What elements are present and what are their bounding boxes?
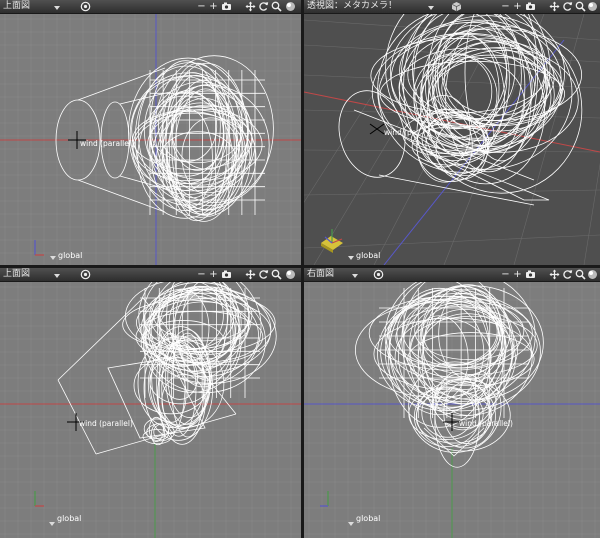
- viewport-canvas[interactable]: [0, 268, 301, 538]
- viewport-toolbar: 右面図 − +: [304, 268, 600, 282]
- viewport-toolbar: 透視図：メタカメラ！ − +: [304, 0, 600, 14]
- minus-icon[interactable]: −: [500, 1, 511, 12]
- wind-label[interactable]: wind (pa: [384, 128, 416, 137]
- camera-icon[interactable]: [221, 269, 232, 280]
- plus-icon[interactable]: +: [208, 1, 219, 12]
- light-label[interactable]: global: [57, 514, 81, 523]
- move-icon[interactable]: [549, 1, 560, 12]
- light-label[interactable]: global: [356, 514, 380, 523]
- viewport-bottom-left[interactable]: 上面図 − + wind (parallel) global: [0, 268, 301, 538]
- plus-icon[interactable]: +: [512, 269, 523, 280]
- viewport-title[interactable]: 透視図：メタカメラ！: [307, 0, 397, 13]
- menu-arrow-icon[interactable]: [54, 274, 60, 278]
- light-menu-arrow-icon[interactable]: [49, 522, 55, 526]
- viewport-bottom-right[interactable]: 右面図 − + wind (parallel) global: [304, 268, 600, 538]
- rotate-icon[interactable]: [562, 1, 573, 12]
- target-icon[interactable]: [80, 1, 91, 12]
- wireframe-mesh: [354, 269, 544, 468]
- zoom-icon[interactable]: [271, 1, 282, 12]
- minus-icon[interactable]: −: [500, 269, 511, 280]
- shading-icon[interactable]: [285, 269, 296, 280]
- cube-icon[interactable]: [451, 1, 462, 12]
- plus-icon[interactable]: +: [208, 269, 219, 280]
- camera-icon[interactable]: [525, 269, 536, 280]
- viewport-toolbar: 上面図 − +: [0, 0, 301, 14]
- move-icon[interactable]: [245, 269, 256, 280]
- rotate-icon[interactable]: [562, 269, 573, 280]
- zoom-icon[interactable]: [575, 269, 586, 280]
- menu-arrow-icon[interactable]: [352, 274, 358, 278]
- light-crosshair-icon[interactable]: [369, 123, 385, 135]
- axis-gizmo-icon: [320, 491, 329, 507]
- shading-icon[interactable]: [587, 1, 598, 12]
- menu-arrow-icon[interactable]: [54, 6, 60, 10]
- rotate-icon[interactable]: [258, 269, 269, 280]
- viewport-title[interactable]: 右面図: [307, 268, 334, 281]
- menu-arrow-icon[interactable]: [428, 6, 434, 10]
- viewport-top-left[interactable]: 上面図 − + wind (parallel) global: [0, 0, 301, 265]
- light-menu-arrow-icon[interactable]: [348, 256, 354, 260]
- wind-label[interactable]: wind (parallel): [459, 419, 513, 428]
- light-label[interactable]: global: [58, 251, 82, 260]
- rotate-icon[interactable]: [258, 1, 269, 12]
- zoom-icon[interactable]: [271, 269, 282, 280]
- light-label[interactable]: global: [356, 251, 380, 260]
- move-icon[interactable]: [245, 1, 256, 12]
- viewport-top-right[interactable]: 透視図：メタカメラ！ − + wind (pa global: [304, 0, 600, 265]
- axis-gizmo-icon: [34, 491, 44, 507]
- light-menu-arrow-icon[interactable]: [50, 256, 56, 260]
- light-menu-arrow-icon[interactable]: [348, 522, 354, 526]
- camera-icon[interactable]: [525, 1, 536, 12]
- viewport-canvas[interactable]: [304, 268, 600, 538]
- minus-icon[interactable]: −: [196, 269, 207, 280]
- viewport-title[interactable]: 上面図: [3, 0, 30, 13]
- target-icon[interactable]: [373, 269, 384, 280]
- plus-icon[interactable]: +: [512, 1, 523, 12]
- viewport-toolbar: 上面図 − +: [0, 268, 301, 282]
- axis-gizmo-icon: [321, 229, 343, 253]
- wind-label[interactable]: wind (parallel): [80, 139, 134, 148]
- shading-icon[interactable]: [285, 1, 296, 12]
- target-icon[interactable]: [80, 269, 91, 280]
- viewport-canvas[interactable]: [0, 0, 301, 265]
- camera-icon[interactable]: [221, 1, 232, 12]
- viewport-canvas[interactable]: [304, 0, 600, 265]
- wind-label[interactable]: wind (parallel): [79, 419, 133, 428]
- shading-icon[interactable]: [587, 269, 598, 280]
- zoom-icon[interactable]: [575, 1, 586, 12]
- move-icon[interactable]: [549, 269, 560, 280]
- axis-x-line: [304, 91, 600, 153]
- minus-icon[interactable]: −: [196, 1, 207, 12]
- viewport-title[interactable]: 上面図: [3, 268, 30, 281]
